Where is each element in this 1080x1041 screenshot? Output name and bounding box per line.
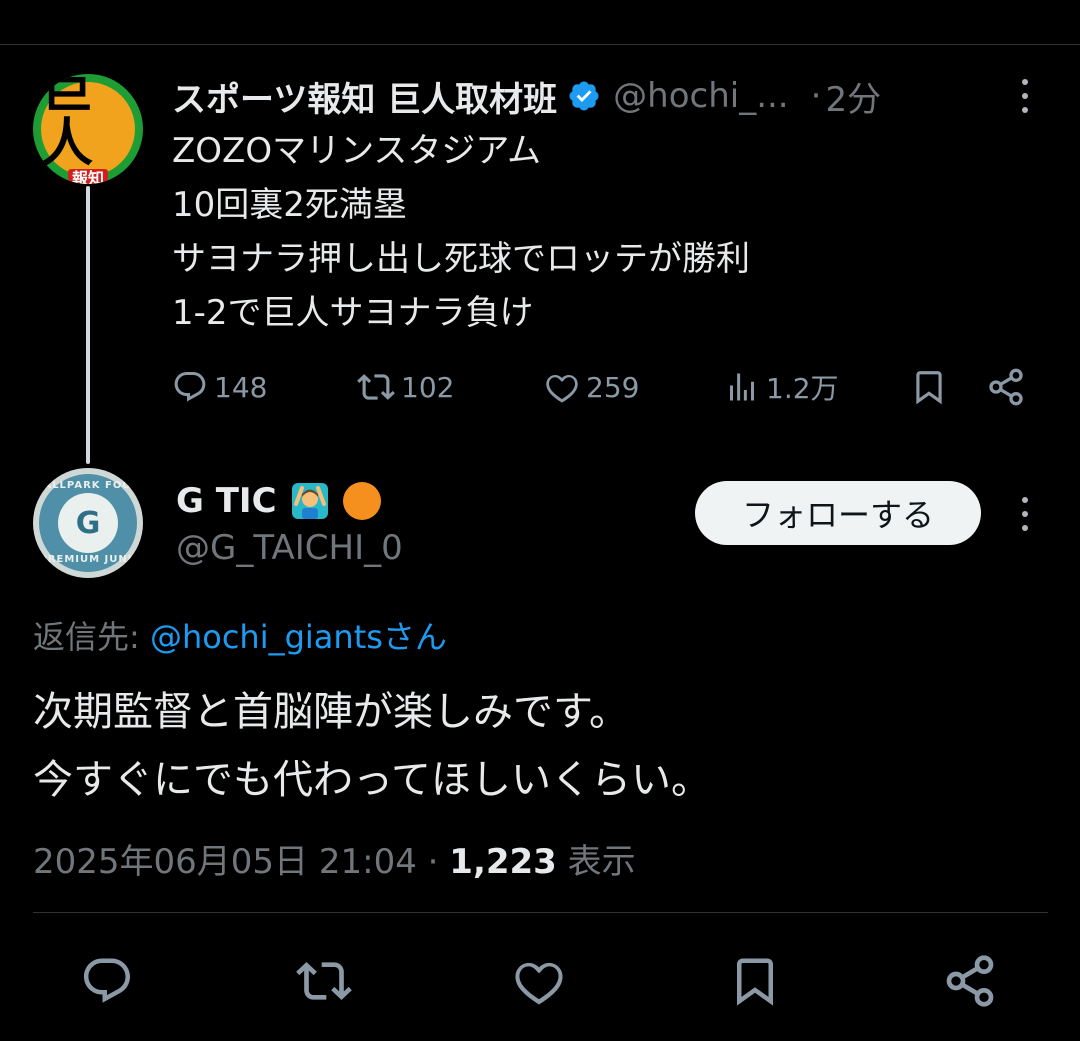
reply-avatar-logo-center: G <box>58 493 118 553</box>
parent-tweet-header: スポーツ報知 巨人取材班 @hochi_... · 2分 <box>172 72 881 120</box>
thread-connector-line <box>86 186 90 464</box>
retweet-icon <box>357 374 395 400</box>
parent-author-name[interactable]: スポーツ報知 巨人取材班 <box>172 72 557 121</box>
tweet-views-label: 表示 <box>556 842 636 882</box>
like-count: 259 <box>586 370 640 404</box>
reply-tweet-text: 次期監督と首脳陣が楽しみです。 今すぐにでも代わってほしいくらい。 <box>33 689 711 803</box>
top-divider <box>0 44 1080 45</box>
follow-button[interactable]: フォローする <box>695 481 981 545</box>
tweet-action-bar <box>0 945 1080 1015</box>
bookmark-button-large[interactable] <box>727 953 783 1009</box>
like-button-large[interactable] <box>511 953 567 1009</box>
orange-circle-emoji <box>342 482 381 520</box>
share-button[interactable] <box>986 365 1026 409</box>
bookmark-icon <box>916 371 942 405</box>
retweet-count: 102 <box>401 370 455 404</box>
reply-author-row: G TIC <box>176 476 381 526</box>
like-button[interactable]: 259 <box>544 365 639 409</box>
reply-icon <box>83 958 131 1003</box>
reply-avatar-logo-top: BALLPARK FOOD <box>34 480 142 491</box>
share-icon <box>946 955 994 1007</box>
person-gesturing-ok-emoji <box>291 483 328 519</box>
bookmark-button[interactable] <box>910 365 948 409</box>
reply-more-options-icon[interactable] <box>1021 497 1029 531</box>
like-icon <box>515 962 563 1005</box>
reply-author-name[interactable]: G TIC <box>176 481 277 521</box>
parent-tweet-text: ZOZOマリンスタジアム 10回裏2死満塁 サヨナラ押し出し死球でロッテが勝利 … <box>172 131 750 333</box>
tweet-date[interactable]: 2025年06月05日 21:04 <box>33 842 417 882</box>
parent-avatar[interactable]: 巨人 報知 <box>33 74 143 184</box>
views-button[interactable]: 1.2万 <box>724 365 839 409</box>
reply-button[interactable]: 148 <box>172 365 267 409</box>
meta-separator: · <box>416 842 450 882</box>
reply-to-mention[interactable]: @hochi_giantsさん <box>150 618 447 656</box>
parent-more-options-icon[interactable] <box>1021 79 1029 113</box>
bookmark-icon <box>737 958 773 1006</box>
retweet-button-large[interactable] <box>296 953 352 1009</box>
verified-badge-icon <box>569 81 599 111</box>
parent-tweet-time[interactable]: 2分 <box>825 72 881 121</box>
reply-to-line: 返信先: @hochi_giantsさん <box>33 612 447 658</box>
bottom-divider <box>33 912 1048 913</box>
reply-avatar[interactable]: G BALLPARK FOOD PREMIUM JUNK <box>33 468 143 578</box>
share-icon <box>989 368 1023 406</box>
parent-tweet-actions: 148 102 259 1.2万 <box>172 365 1032 409</box>
share-button-large[interactable] <box>942 953 998 1009</box>
parent-avatar-logo-text: 巨人 <box>41 74 94 174</box>
retweet-button[interactable]: 102 <box>357 365 454 409</box>
retweet-icon <box>296 962 352 1000</box>
views-count: 1.2万 <box>766 372 839 405</box>
reply-to-prefix: 返信先: <box>33 618 150 656</box>
tweet-views-count: 1,223 <box>449 842 557 882</box>
reply-author-handle[interactable]: @G_TAICHI_0 <box>176 528 403 568</box>
reply-count: 148 <box>214 370 268 404</box>
views-icon <box>730 373 754 401</box>
reply-avatar-logo-bottom: PREMIUM JUNK <box>39 554 137 565</box>
parent-author-handle[interactable]: @hochi_... <box>613 76 788 116</box>
parent-avatar-logo-subtext: 報知 <box>67 169 108 184</box>
reply-button-large[interactable] <box>79 953 135 1009</box>
header-separator: · <box>810 76 822 116</box>
reply-icon <box>174 372 206 402</box>
tweet-meta: 2025年06月05日 21:04 · 1,223 表示 <box>33 834 636 883</box>
like-icon <box>546 374 578 403</box>
